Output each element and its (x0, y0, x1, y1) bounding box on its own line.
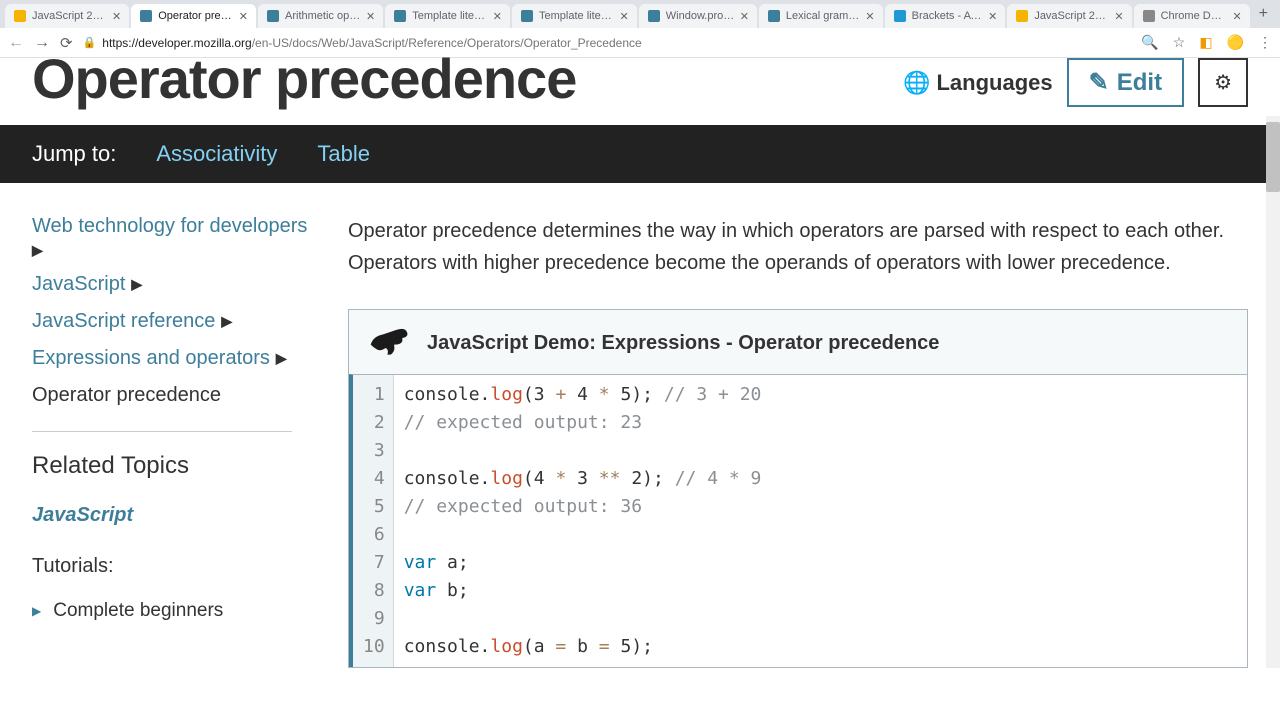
code-lines: console.log(3 + 4 * 5); // 3 + 20// expe… (394, 375, 772, 667)
tab-close-icon[interactable]: ✕ (1232, 10, 1241, 23)
related-topics-heading: Related Topics (32, 452, 312, 480)
browser-tab[interactable]: JavaScript 2019 - G ✕ (5, 4, 129, 28)
breadcrumb[interactable]: JavaScript reference ▶ (32, 310, 312, 333)
tab-close-icon[interactable]: ✕ (865, 10, 874, 23)
menu-icon[interactable]: ⋮ (1258, 34, 1272, 51)
jump-to-bar: Jump to: Associativity Table (0, 125, 1280, 183)
favicon (767, 9, 781, 23)
browser-tab-strip: JavaScript 2019 - G✕Operator precedenc✕A… (0, 0, 1280, 28)
main-content: Operator precedence determines the way i… (348, 215, 1248, 668)
code-line: console.log(3 + 4 * 5); // 3 + 20 (404, 381, 762, 409)
code-line: // expected output: 36 (404, 493, 762, 521)
code-line: var a; (404, 549, 762, 577)
favicon (893, 9, 907, 23)
browser-tab[interactable]: Arithmetic operators ✕ (258, 4, 383, 28)
browser-tab[interactable]: Lexical grammar - J ✕ (759, 4, 883, 28)
browser-tab[interactable]: Window.prompt() - ✕ (639, 4, 757, 28)
languages-button[interactable]: 🌐 Languages (903, 70, 1053, 96)
favicon (393, 9, 407, 23)
favicon (13, 9, 27, 23)
page-content: Operator precedence 🌐 Languages ✎ Edit ⚙… (0, 58, 1280, 668)
code-line: var b; (404, 577, 762, 605)
globe-icon: 🌐 (903, 70, 930, 96)
browser-tab[interactable]: Chrome DevTools ✕ (1134, 4, 1250, 28)
scroll-thumb[interactable] (1266, 122, 1280, 192)
chevron-right-icon: ▶ (32, 242, 43, 259)
tab-close-icon[interactable]: ✕ (1114, 10, 1123, 23)
toolbar-icons: 🔍 ☆ ◧ 🟡 ⋮ (1141, 34, 1272, 51)
zoom-icon[interactable]: 🔍 (1141, 34, 1158, 51)
breadcrumb[interactable]: Web technology for developers (32, 215, 312, 238)
favicon (1015, 9, 1029, 23)
line-gutter: 12345678910 (353, 375, 394, 667)
favicon (520, 9, 534, 23)
intro-paragraph: Operator precedence determines the way i… (348, 215, 1248, 279)
browser-tab[interactable]: Brackets - A moder ✕ (885, 4, 1006, 28)
favicon (1142, 9, 1156, 23)
back-button[interactable]: ← (8, 34, 24, 52)
breadcrumb[interactable]: JavaScript ▶ (32, 273, 312, 296)
code-editor[interactable]: 12345678910 console.log(3 + 4 * 5); // 3… (349, 374, 1247, 667)
favicon (647, 9, 661, 23)
pencil-icon: ✎ (1089, 68, 1109, 97)
code-line: // expected output: 23 (404, 409, 762, 437)
related-javascript-link[interactable]: JavaScript (32, 504, 312, 527)
triangle-right-icon: ▶ (32, 604, 41, 618)
tab-title: JavaScript 2019 - G (1034, 10, 1109, 22)
tab-title: Arithmetic operators (285, 10, 361, 22)
tab-close-icon[interactable]: ✕ (740, 10, 749, 23)
tab-title: Brackets - A moder (912, 10, 983, 22)
extension-icon[interactable]: ◧ (1199, 34, 1212, 51)
code-line: console.log(4 * 3 ** 2); // 4 * 9 (404, 465, 762, 493)
tab-close-icon[interactable]: ✕ (988, 10, 997, 23)
settings-button[interactable]: ⚙ (1198, 58, 1248, 107)
bookmark-icon[interactable]: ☆ (1173, 34, 1186, 51)
browser-tab[interactable]: JavaScript 2019 - G ✕ (1007, 4, 1131, 28)
code-line (404, 521, 762, 549)
demo-box: JavaScript Demo: Expressions - Operator … (348, 309, 1248, 668)
favicon (139, 9, 153, 23)
new-tab-button[interactable]: + (1251, 5, 1276, 23)
favicon (266, 9, 280, 23)
jump-link-associativity[interactable]: Associativity (156, 141, 277, 167)
tab-title: Operator precedenc (158, 10, 234, 22)
tab-title: JavaScript 2019 - G (32, 10, 107, 22)
breadcrumb[interactable]: Expressions and operators ▶ (32, 347, 312, 370)
divider (32, 431, 292, 432)
tab-close-icon[interactable]: ✕ (112, 10, 121, 23)
chevron-right-icon: ▶ (276, 350, 287, 367)
breadcrumb: ▶ (32, 242, 312, 259)
tab-title: Template literals (Te (412, 10, 488, 22)
demo-title: JavaScript Demo: Expressions - Operator … (427, 332, 939, 355)
breadcrumb-current: Operator precedence (32, 384, 312, 407)
browser-tab[interactable]: Template literals (Te ✕ (385, 4, 510, 28)
tab-close-icon[interactable]: ✕ (366, 10, 375, 23)
sidebar: Web technology for developers ▶ JavaScri… (32, 215, 312, 668)
dino-icon (369, 326, 409, 360)
tutorial-item[interactable]: ▶ Complete beginners (32, 600, 312, 622)
tab-title: Template literals (Te (539, 10, 615, 22)
tutorials-heading: Tutorials: (32, 555, 312, 578)
jump-label: Jump to: (32, 141, 116, 167)
tab-title: Window.prompt() - (666, 10, 735, 22)
scrollbar[interactable] (1266, 116, 1280, 668)
chevron-right-icon: ▶ (221, 313, 232, 330)
browser-tab[interactable]: Template literals (Te ✕ (512, 4, 637, 28)
profile-icon[interactable]: 🟡 (1227, 34, 1244, 51)
browser-tab[interactable]: Operator precedenc ✕ (131, 4, 256, 28)
tab-title: Chrome DevTools (1161, 10, 1228, 22)
chevron-right-icon: ▶ (131, 276, 142, 293)
page-title: Operator precedence (32, 51, 576, 107)
code-line (404, 437, 762, 465)
tab-close-icon[interactable]: ✕ (493, 10, 502, 23)
jump-link-table[interactable]: Table (317, 141, 370, 167)
gear-icon: ⚙ (1214, 72, 1232, 94)
tab-close-icon[interactable]: ✕ (239, 10, 248, 23)
code-line: console.log(a = b = 5); (404, 633, 762, 661)
tab-close-icon[interactable]: ✕ (620, 10, 629, 23)
code-line (404, 605, 762, 633)
tab-title: Lexical grammar - J (786, 10, 861, 22)
edit-button[interactable]: ✎ Edit (1067, 58, 1184, 107)
